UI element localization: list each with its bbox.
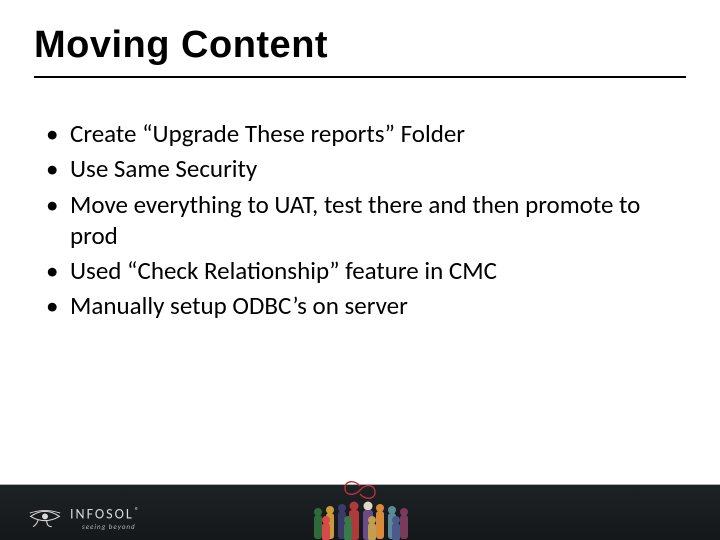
list-item: Create “Upgrade These reports” Folder [42,118,680,149]
list-item: Manually setup ODBC’s on server [42,290,680,321]
list-item: Move everything to UAT, test there and t… [42,189,680,252]
eye-of-horus-icon [28,508,62,530]
slide-title: Moving Content [34,24,328,67]
crowd-illustration-icon [300,480,420,540]
logo-tagline: seeing beyond [70,523,141,530]
bullet-list: Create “Upgrade These reports” Folder Us… [42,118,680,322]
logo-name: INFOSOL® [70,507,141,522]
logo-name-text: INFOSOL [70,506,134,523]
list-item: Used “Check Relationship” feature in CMC [42,255,680,286]
logo-text-block: INFOSOL® seeing beyond [70,507,141,530]
title-underline [34,76,686,78]
content-area: Create “Upgrade These reports” Folder Us… [42,118,680,326]
registered-mark: ® [135,506,141,516]
infosol-logo: INFOSOL® seeing beyond [28,507,141,530]
footer-bar: INFOSOL® seeing beyond [0,484,720,540]
list-item: Use Same Security [42,153,680,184]
slide: Moving Content Create “Upgrade These rep… [0,0,720,540]
